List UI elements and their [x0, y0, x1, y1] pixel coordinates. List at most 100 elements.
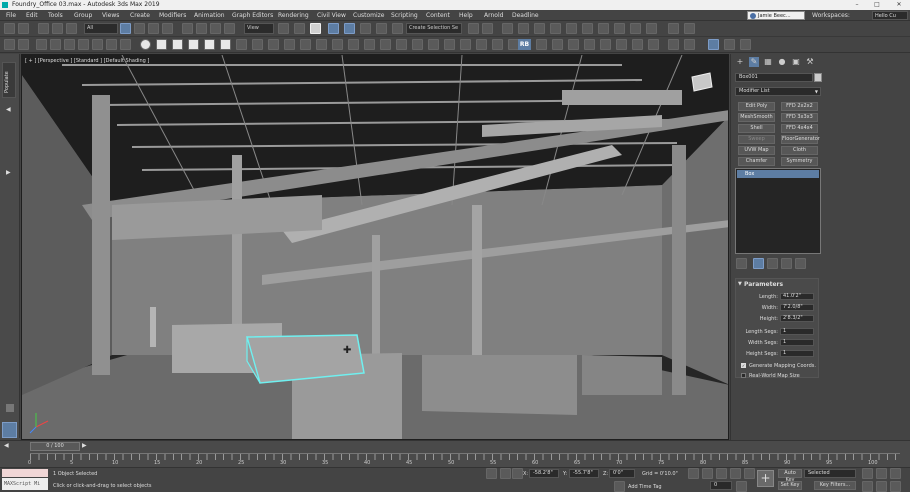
create-tab-icon[interactable]: +	[735, 57, 745, 67]
ffd-3x3x3-button[interactable]: FFD 3x3x3	[781, 113, 818, 122]
length-segs-spinner[interactable]: 1	[780, 328, 814, 335]
window-crossing-icon[interactable]	[162, 23, 173, 34]
toolbar-icon-35[interactable]	[648, 39, 659, 50]
scroll-handle[interactable]	[6, 404, 14, 412]
pin-stack-icon[interactable]	[736, 258, 747, 269]
menu-deadline[interactable]: Deadline	[512, 12, 539, 19]
menu-create[interactable]: Create	[130, 12, 150, 19]
toolbar-icon-16[interactable]	[332, 39, 343, 50]
next-frame-icon[interactable]	[730, 468, 741, 479]
tab-arrow-icon[interactable]: ◀	[6, 106, 11, 113]
configure-modifier-sets-icon[interactable]	[795, 258, 806, 269]
toolbar-icon-8[interactable]	[106, 39, 117, 50]
percent-snap-icon[interactable]	[360, 23, 371, 34]
toolbar-icon-22[interactable]	[428, 39, 439, 50]
keyboard-shortcut-override-icon[interactable]	[310, 23, 321, 34]
populate-tab[interactable]: Populate	[2, 62, 16, 98]
toolbar-icon-15[interactable]	[316, 39, 327, 50]
object-name-field[interactable]: Box001	[735, 73, 813, 82]
named-selection-set-dropdown[interactable]: Create Selection Se	[406, 23, 462, 34]
menu-tools[interactable]: Tools	[48, 12, 63, 19]
show-end-result-icon[interactable]	[753, 258, 764, 269]
zoom-all-icon[interactable]	[876, 468, 887, 479]
pivot-center-icon[interactable]	[278, 23, 289, 34]
zoom-icon[interactable]	[862, 468, 873, 479]
menu-rendering[interactable]: Rendering	[278, 12, 309, 19]
menu-scripting[interactable]: Scripting	[391, 12, 418, 19]
menu-group[interactable]: Group	[74, 12, 92, 19]
toolbar-icon-18[interactable]	[364, 39, 375, 50]
link-icon[interactable]	[38, 23, 49, 34]
track-bar[interactable]	[30, 453, 900, 460]
floorgenerator-button[interactable]: FloorGenerator	[781, 135, 820, 144]
toolbar-icon-39[interactable]	[724, 39, 735, 50]
toolbar-icon-30[interactable]	[568, 39, 579, 50]
height-segs-spinner[interactable]: 1	[780, 350, 814, 357]
place-icon[interactable]	[224, 23, 235, 34]
make-unique-icon[interactable]	[767, 258, 778, 269]
align-icon[interactable]	[482, 23, 493, 34]
render-setup-icon[interactable]	[598, 23, 609, 34]
menu-file[interactable]: File	[6, 12, 16, 19]
modify-tab-icon[interactable]: ✎	[749, 57, 759, 67]
select-manipulate-icon[interactable]	[294, 23, 305, 34]
menu-views[interactable]: Views	[102, 12, 119, 19]
selection-lock-icon[interactable]	[500, 468, 511, 479]
motion-tab-icon[interactable]: ●	[777, 57, 787, 67]
select-by-name-icon[interactable]	[134, 23, 145, 34]
maximize-button[interactable]: □	[870, 0, 884, 10]
toolbar-icon-7[interactable]	[92, 39, 103, 50]
toolbar-icon-32[interactable]	[600, 39, 611, 50]
user-account-dropdown[interactable]: Jamie Beec...	[747, 11, 805, 20]
select-object-icon[interactable]	[120, 23, 131, 34]
utilities-tab-icon[interactable]: ⚒	[805, 57, 815, 67]
perspective-viewport[interactable]: [ + ] [Perspective ] [Standard ] [Defaul…	[21, 54, 729, 440]
set-key-button[interactable]: Set Key	[778, 481, 802, 490]
add-time-tag[interactable]: Add Time Tag	[628, 484, 662, 490]
y-coordinate-field[interactable]: -55.7'8"	[569, 469, 599, 478]
bind-space-warp-icon[interactable]	[66, 23, 77, 34]
toolbar-icon-13[interactable]	[284, 39, 295, 50]
remove-modifier-icon[interactable]	[781, 258, 792, 269]
go-to-start-icon[interactable]	[688, 468, 699, 479]
edit-poly-button[interactable]: Edit Poly	[738, 102, 775, 111]
pan-icon[interactable]	[862, 481, 873, 492]
toolbar-icon-2[interactable]	[18, 39, 29, 50]
minimize-button[interactable]: –	[850, 0, 864, 10]
ffd-2x2x2-button[interactable]: FFD 2x2x2	[781, 102, 818, 111]
go-to-end-icon[interactable]	[744, 468, 755, 479]
toolbar-icon-29[interactable]	[552, 39, 563, 50]
menu-help[interactable]: Help	[459, 12, 473, 19]
teapot-icon[interactable]	[204, 39, 215, 50]
rb-button[interactable]: RB	[518, 39, 531, 50]
hierarchy-tab-icon[interactable]: ▦	[763, 57, 773, 67]
viewport-label[interactable]: [ + ] [Perspective ] [Standard ] [Defaul…	[25, 58, 149, 64]
menu-arnold[interactable]: Arnold	[484, 12, 503, 19]
maximize-viewport-icon[interactable]	[890, 481, 901, 492]
viewport-scene[interactable]	[22, 55, 729, 440]
real-world-map-size-checkbox[interactable]	[741, 373, 746, 378]
current-frame-field[interactable]: 0	[710, 481, 732, 490]
toolbar-icon-25[interactable]	[476, 39, 487, 50]
sweep-button[interactable]: Sweep	[738, 135, 775, 144]
rollout-collapse-icon[interactable]: ▼	[738, 281, 742, 287]
meshsmooth-button[interactable]: MeshSmooth	[738, 113, 775, 122]
render-production-icon[interactable]	[630, 23, 641, 34]
modifier-list-dropdown[interactable]: Modifier List ▼	[735, 87, 821, 96]
snaps-toggle-icon[interactable]	[328, 23, 339, 34]
object-color-swatch[interactable]	[814, 73, 822, 82]
menu-content[interactable]: Content	[426, 12, 450, 19]
toolbar-icon-34[interactable]	[632, 39, 643, 50]
menu-civil-view[interactable]: Civil View	[317, 12, 346, 19]
toolbar-icon-10[interactable]	[236, 39, 247, 50]
unlink-icon[interactable]	[52, 23, 63, 34]
toolbar-icon-38[interactable]	[708, 39, 719, 50]
scale-icon[interactable]	[210, 23, 221, 34]
set-key-big-button[interactable]: +	[757, 470, 774, 487]
toolbar-icon-14[interactable]	[300, 39, 311, 50]
toolbar-icon-36[interactable]	[668, 39, 679, 50]
menu-modifiers[interactable]: Modifiers	[159, 12, 186, 19]
undo-icon[interactable]	[4, 23, 15, 34]
tab-arrow-icon-2[interactable]: ▶	[6, 169, 11, 176]
toolbar-icon-40[interactable]	[740, 39, 751, 50]
